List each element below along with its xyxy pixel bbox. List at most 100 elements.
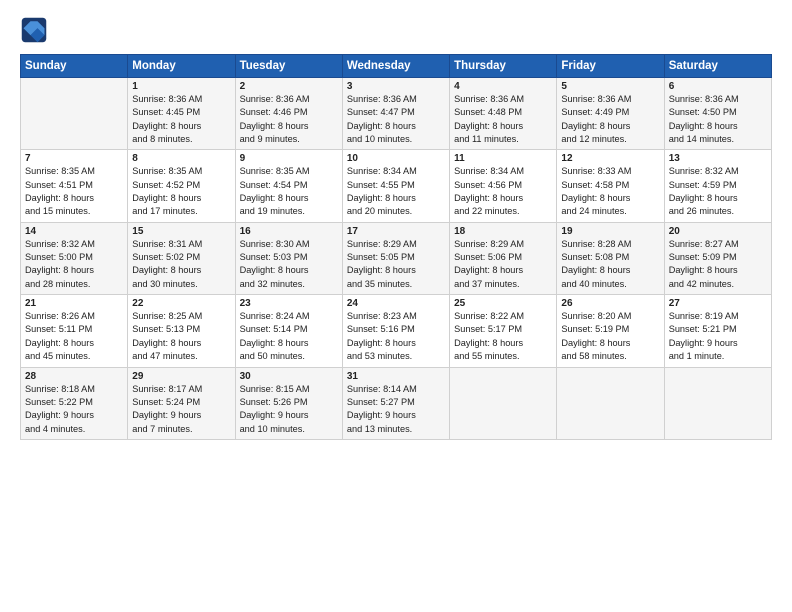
day-info-line: Sunrise: 8:30 AM (240, 239, 310, 249)
day-cell: 13Sunrise: 8:32 AMSunset: 4:59 PMDayligh… (664, 150, 771, 222)
day-info: Sunrise: 8:24 AMSunset: 5:14 PMDaylight:… (240, 310, 338, 363)
header-row: SundayMondayTuesdayWednesdayThursdayFrid… (21, 55, 772, 78)
day-info: Sunrise: 8:14 AMSunset: 5:27 PMDaylight:… (347, 383, 445, 436)
day-info-line: Daylight: 8 hours (132, 121, 201, 131)
day-info-line: Sunset: 5:08 PM (561, 252, 629, 262)
day-number: 3 (347, 81, 445, 92)
week-row-2: 7Sunrise: 8:35 AMSunset: 4:51 PMDaylight… (21, 150, 772, 222)
day-cell: 12Sunrise: 8:33 AMSunset: 4:58 PMDayligh… (557, 150, 664, 222)
day-info: Sunrise: 8:17 AMSunset: 5:24 PMDaylight:… (132, 383, 230, 436)
day-info-line: Sunset: 5:00 PM (25, 252, 93, 262)
day-info-line: Daylight: 8 hours (669, 265, 738, 275)
day-cell: 20Sunrise: 8:27 AMSunset: 5:09 PMDayligh… (664, 222, 771, 294)
day-number: 25 (454, 298, 552, 309)
day-info-line: Sunset: 5:27 PM (347, 397, 415, 407)
day-info-line: Daylight: 8 hours (132, 338, 201, 348)
day-info-line: Daylight: 8 hours (454, 121, 523, 131)
day-info-line: Sunset: 4:50 PM (669, 107, 737, 117)
day-cell: 1Sunrise: 8:36 AMSunset: 4:45 PMDaylight… (128, 78, 235, 150)
day-info-line: Daylight: 8 hours (25, 193, 94, 203)
day-info: Sunrise: 8:22 AMSunset: 5:17 PMDaylight:… (454, 310, 552, 363)
day-info: Sunrise: 8:23 AMSunset: 5:16 PMDaylight:… (347, 310, 445, 363)
day-info-line: Sunset: 5:24 PM (132, 397, 200, 407)
day-info-line: Sunset: 4:45 PM (132, 107, 200, 117)
day-info-line: Sunrise: 8:23 AM (347, 311, 417, 321)
day-cell: 2Sunrise: 8:36 AMSunset: 4:46 PMDaylight… (235, 78, 342, 150)
day-info-line: Sunrise: 8:14 AM (347, 384, 417, 394)
day-info-line: Sunrise: 8:15 AM (240, 384, 310, 394)
day-info: Sunrise: 8:34 AMSunset: 4:55 PMDaylight:… (347, 165, 445, 218)
day-info-line: and 7 minutes. (132, 424, 192, 434)
day-info-line: and 12 minutes. (561, 134, 626, 144)
day-number: 22 (132, 298, 230, 309)
day-cell: 22Sunrise: 8:25 AMSunset: 5:13 PMDayligh… (128, 295, 235, 367)
day-info: Sunrise: 8:31 AMSunset: 5:02 PMDaylight:… (132, 238, 230, 291)
day-info: Sunrise: 8:29 AMSunset: 5:06 PMDaylight:… (454, 238, 552, 291)
day-info-line: Sunrise: 8:26 AM (25, 311, 95, 321)
day-info-line: Sunset: 4:49 PM (561, 107, 629, 117)
day-info-line: Sunrise: 8:31 AM (132, 239, 202, 249)
day-info-line: and 8 minutes. (132, 134, 192, 144)
col-header-saturday: Saturday (664, 55, 771, 78)
day-cell: 9Sunrise: 8:35 AMSunset: 4:54 PMDaylight… (235, 150, 342, 222)
day-cell: 28Sunrise: 8:18 AMSunset: 5:22 PMDayligh… (21, 367, 128, 439)
day-info-line: Daylight: 8 hours (25, 338, 94, 348)
day-number: 17 (347, 226, 445, 237)
day-info-line: Sunrise: 8:36 AM (561, 94, 631, 104)
day-number: 6 (669, 81, 767, 92)
day-info-line: Sunrise: 8:25 AM (132, 311, 202, 321)
day-info-line: Sunset: 4:58 PM (561, 180, 629, 190)
day-info-line: and 24 minutes. (561, 206, 626, 216)
day-info-line: and 58 minutes. (561, 351, 626, 361)
day-info-line: Sunrise: 8:36 AM (240, 94, 310, 104)
day-cell: 4Sunrise: 8:36 AMSunset: 4:48 PMDaylight… (450, 78, 557, 150)
day-info: Sunrise: 8:29 AMSunset: 5:05 PMDaylight:… (347, 238, 445, 291)
day-info-line: and 30 minutes. (132, 279, 197, 289)
day-info-line: Daylight: 8 hours (240, 338, 309, 348)
col-header-monday: Monday (128, 55, 235, 78)
day-number: 4 (454, 81, 552, 92)
day-info: Sunrise: 8:28 AMSunset: 5:08 PMDaylight:… (561, 238, 659, 291)
day-info-line: Sunset: 5:05 PM (347, 252, 415, 262)
day-info: Sunrise: 8:26 AMSunset: 5:11 PMDaylight:… (25, 310, 123, 363)
day-info-line: and 50 minutes. (240, 351, 305, 361)
day-info-line: Sunset: 5:17 PM (454, 324, 522, 334)
col-header-friday: Friday (557, 55, 664, 78)
day-info: Sunrise: 8:27 AMSunset: 5:09 PMDaylight:… (669, 238, 767, 291)
day-info-line: Sunset: 4:46 PM (240, 107, 308, 117)
day-cell: 30Sunrise: 8:15 AMSunset: 5:26 PMDayligh… (235, 367, 342, 439)
day-info-line: Sunset: 5:09 PM (669, 252, 737, 262)
day-info-line: Sunrise: 8:36 AM (669, 94, 739, 104)
day-info-line: and 35 minutes. (347, 279, 412, 289)
col-header-sunday: Sunday (21, 55, 128, 78)
day-number: 20 (669, 226, 767, 237)
day-info: Sunrise: 8:35 AMSunset: 4:52 PMDaylight:… (132, 165, 230, 218)
day-cell: 17Sunrise: 8:29 AMSunset: 5:05 PMDayligh… (342, 222, 449, 294)
day-info-line: Sunrise: 8:36 AM (132, 94, 202, 104)
day-cell: 18Sunrise: 8:29 AMSunset: 5:06 PMDayligh… (450, 222, 557, 294)
day-info-line: and 53 minutes. (347, 351, 412, 361)
day-info-line: Sunrise: 8:22 AM (454, 311, 524, 321)
day-cell: 31Sunrise: 8:14 AMSunset: 5:27 PMDayligh… (342, 367, 449, 439)
day-info-line: Daylight: 8 hours (669, 121, 738, 131)
day-info-line: Sunrise: 8:36 AM (454, 94, 524, 104)
day-info-line: and 17 minutes. (132, 206, 197, 216)
day-info-line: Daylight: 8 hours (454, 193, 523, 203)
day-info: Sunrise: 8:36 AM Sunset: 4:50 PM Daylight:… (669, 93, 767, 146)
day-info-line: Sunrise: 8:34 AM (347, 166, 417, 176)
day-info: Sunrise: 8:19 AMSunset: 5:21 PMDaylight:… (669, 310, 767, 363)
day-info-line: Sunrise: 8:18 AM (25, 384, 95, 394)
day-info-line: Sunset: 5:16 PM (347, 324, 415, 334)
day-number: 18 (454, 226, 552, 237)
day-info-line: Daylight: 8 hours (347, 121, 416, 131)
day-info-line: and 42 minutes. (669, 279, 734, 289)
day-info: Sunrise: 8:35 AMSunset: 4:54 PMDaylight:… (240, 165, 338, 218)
day-cell: 14Sunrise: 8:32 AMSunset: 5:00 PMDayligh… (21, 222, 128, 294)
day-info-line: Daylight: 8 hours (240, 265, 309, 275)
day-number: 21 (25, 298, 123, 309)
day-info-line: Daylight: 8 hours (25, 265, 94, 275)
header (20, 16, 772, 44)
day-number: 29 (132, 371, 230, 382)
day-info-line: Sunset: 4:59 PM (669, 180, 737, 190)
day-info: Sunrise: 8:20 AMSunset: 5:19 PMDaylight:… (561, 310, 659, 363)
